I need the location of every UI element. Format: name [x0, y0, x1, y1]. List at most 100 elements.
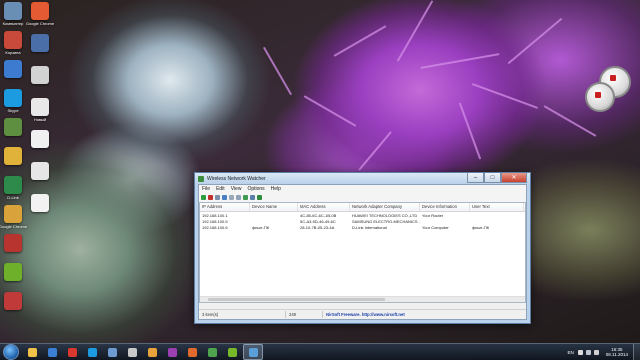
desktop-icon-app1[interactable]	[0, 234, 26, 253]
system-tray: EN 16:35 08.11.2014	[568, 344, 640, 360]
control-icon	[4, 118, 22, 136]
doc2-icon	[31, 66, 49, 84]
flag-icon[interactable]	[577, 349, 583, 355]
desktop-icon-doc1[interactable]	[27, 34, 53, 53]
desktop-icon-chrome[interactable]: Google Chrome	[0, 205, 28, 229]
refresh-icon[interactable]	[243, 195, 248, 200]
list-header: IP Address Device Name MAC Address Netwo…	[200, 203, 525, 212]
column-header[interactable]: IP Address	[200, 203, 250, 211]
horizontal-scrollbar[interactable]	[200, 296, 525, 302]
desktop-icon-doc3[interactable]: Новый	[27, 98, 53, 122]
close-button[interactable]: ✕	[501, 173, 527, 183]
taskbar-calc-button[interactable]	[203, 345, 221, 359]
device-list[interactable]: IP Address Device Name MAC Address Netwo…	[199, 202, 526, 303]
nvidia-icon	[227, 347, 237, 357]
doc1-icon	[31, 34, 49, 52]
desktop-icon-label: Skype	[7, 108, 19, 113]
chrome-icon	[147, 347, 157, 357]
desktop-icon-folder[interactable]	[0, 147, 26, 166]
menu-options[interactable]: Options	[244, 186, 267, 192]
clock-gadget[interactable]	[585, 66, 635, 116]
desktop-icon-chrome-top[interactable]: Google Chrome	[25, 2, 55, 26]
column-header[interactable]: MAC Address	[298, 203, 350, 211]
desktop-icon-dlink[interactable]: D-Link	[0, 176, 26, 200]
start-button[interactable]	[3, 344, 19, 360]
taskbar-nvidia-button[interactable]	[223, 345, 241, 359]
cell-ip: 192.168.100.5	[202, 218, 228, 224]
winrar-icon	[167, 347, 177, 357]
menu-file[interactable]: File	[199, 186, 213, 192]
taskbar-mail-button[interactable]	[103, 345, 121, 359]
cell-info: Your Router	[422, 212, 444, 218]
status-count: 249	[289, 312, 296, 317]
column-header[interactable]: User Text	[470, 203, 524, 211]
export-icon[interactable]	[257, 195, 262, 200]
taskbar-skype-button[interactable]	[83, 345, 101, 359]
desktop-icon-app2[interactable]	[0, 292, 26, 311]
menu-view[interactable]: View	[228, 186, 245, 192]
desktop-icon-doc5[interactable]	[27, 162, 53, 181]
menu-bar: File Edit View Options Help	[199, 185, 526, 193]
app-icon	[198, 175, 204, 182]
column-header[interactable]: Device Information	[420, 203, 470, 211]
taskbar-explorer-button[interactable]	[23, 345, 41, 359]
desktop-icon-network[interactable]	[0, 60, 26, 79]
doc5-icon	[31, 162, 49, 180]
desktop-icon-doc4[interactable]	[27, 130, 53, 149]
gadget-indicator-icon	[595, 92, 601, 98]
taskbar-chrome-button[interactable]	[143, 345, 161, 359]
desktop-icon-label: Google Chrome	[25, 21, 55, 26]
window-titlebar[interactable]: Wireless Network Watcher – □ ✕	[195, 173, 530, 184]
doc4-icon	[31, 130, 49, 148]
app2-icon	[4, 292, 22, 310]
network-icon	[4, 60, 22, 78]
desktop-icon-doc2[interactable]	[27, 66, 53, 85]
volume-icon[interactable]	[593, 349, 599, 355]
cell-ip: 192.168.100.1	[202, 212, 228, 218]
desktop-icon-computer[interactable]: Компьютер	[0, 2, 26, 26]
desktop-icon-doc6[interactable]	[27, 194, 53, 213]
options-icon[interactable]	[215, 195, 220, 200]
stop-icon[interactable]	[208, 195, 213, 200]
desktop-icon-skype[interactable]: Skype	[0, 89, 26, 113]
find-icon[interactable]	[250, 195, 255, 200]
taskbar-winrar-button[interactable]	[163, 345, 181, 359]
minimize-button[interactable]: –	[467, 173, 484, 183]
language-indicator[interactable]: EN	[568, 350, 574, 355]
desktop-icon-label: Компьютер	[2, 21, 24, 26]
cell-info: Your Computer	[422, 224, 449, 230]
desktop-icon-user[interactable]: Корзина	[0, 31, 26, 55]
desktop-icon-nvidia[interactable]	[0, 263, 26, 282]
column-header[interactable]: Network Adapter Company	[350, 203, 420, 211]
nvidia-icon	[4, 263, 22, 281]
column-header[interactable]: Device Name	[250, 203, 298, 211]
taskbar-media-button[interactable]	[183, 345, 201, 359]
cell-ip: 192.168.100.6	[202, 224, 228, 230]
save-icon[interactable]	[222, 195, 227, 200]
taskbar-yandex-button[interactable]	[63, 345, 81, 359]
wnw-icon	[248, 347, 258, 357]
properties-icon[interactable]	[236, 195, 241, 200]
chrome-top-icon	[31, 2, 49, 20]
network-icon[interactable]	[585, 349, 591, 355]
desktop-icon-label: Google Chrome	[0, 224, 28, 229]
nirsoft-link[interactable]: NirSoft Freeware. http://www.nirsoft.net	[323, 312, 408, 317]
clock[interactable]: 16:35 08.11.2014	[606, 347, 628, 357]
taskbar-wnw-button[interactable]	[243, 344, 263, 360]
taskbar-notes-button[interactable]	[123, 345, 141, 359]
cell-mac: 5C-A3-9D-46-49-6C	[300, 218, 336, 224]
show-desktop-button[interactable]	[633, 344, 640, 360]
app-window[interactable]: Wireless Network Watcher – □ ✕ File Edit…	[194, 172, 531, 324]
taskbar-wmp-button[interactable]	[43, 345, 61, 359]
play-icon[interactable]	[201, 195, 206, 200]
cell-company: SAMSUNG ELECTRO-MECHANICS ...	[352, 218, 420, 224]
table-row[interactable]: 192.168.100.6 фишт-ПК 28-10-7B-05-23-4A …	[200, 224, 525, 230]
menu-help[interactable]: Help	[268, 186, 284, 192]
menu-edit[interactable]: Edit	[213, 186, 228, 192]
copy-icon[interactable]	[229, 195, 234, 200]
maximize-button[interactable]: □	[484, 173, 501, 183]
scrollbar-thumb[interactable]	[208, 298, 385, 301]
desktop-icon-control[interactable]	[0, 118, 26, 137]
dlink-icon	[4, 176, 22, 194]
doc6-icon	[31, 194, 49, 212]
